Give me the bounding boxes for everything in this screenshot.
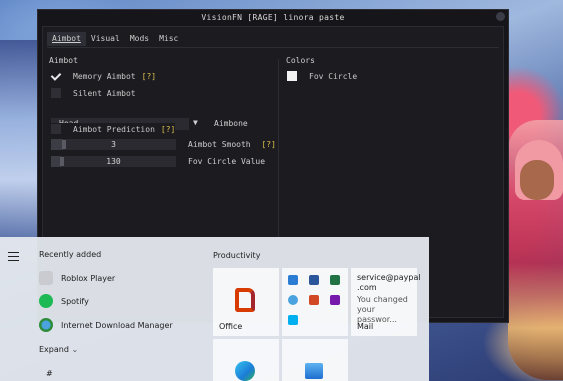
fov-circle-color-label: Fov Circle	[309, 71, 358, 81]
expand-label: Expand	[39, 345, 69, 354]
spotify-icon	[39, 294, 53, 308]
edge-tile[interactable]	[213, 339, 279, 381]
fov-circle-color-row[interactable]: Fov Circle	[287, 70, 357, 82]
app-roblox-player[interactable]: Roblox Player	[39, 271, 115, 285]
aimbot-group-title: Aimbot	[49, 56, 78, 65]
word-icon	[309, 275, 319, 285]
app-spotify[interactable]: Spotify	[39, 294, 89, 308]
productivity-title: Productivity	[213, 251, 261, 260]
mail-tile[interactable]: service@paypal .com You changed your pas…	[351, 268, 421, 336]
app-label: Roblox Player	[61, 273, 116, 283]
fov-circle-slider[interactable]: 130	[51, 156, 176, 167]
wallpaper-left-art	[0, 40, 38, 240]
edge-icon	[235, 361, 255, 381]
silent-aimbot-label: Silent Aimbot	[73, 88, 136, 98]
excel-icon	[330, 275, 340, 285]
tab-visual[interactable]: Visual	[86, 32, 125, 46]
tab-aimbot[interactable]: Aimbot	[47, 32, 86, 46]
powerpoint-icon	[309, 295, 319, 305]
chevron-down-icon: ⌄	[71, 345, 79, 354]
tab-mods[interactable]: Mods	[125, 32, 154, 46]
office-tile[interactable]: Office	[213, 268, 279, 336]
idm-icon	[39, 318, 53, 332]
close-icon[interactable]	[496, 12, 505, 21]
memory-aimbot-help-icon[interactable]: [?]	[142, 72, 156, 81]
silent-aimbot-row[interactable]: Silent Aimbot	[51, 87, 136, 99]
aimbone-label: Aimbone	[214, 119, 248, 128]
tab-divider	[47, 47, 499, 48]
aimbot-smooth-value: 3	[111, 140, 116, 149]
silent-aimbot-checkbox[interactable]	[51, 88, 61, 98]
aimbot-prediction-row-real[interactable]: Aimbot Prediction [?]	[51, 123, 176, 135]
tab-misc[interactable]: Misc	[154, 32, 183, 46]
aimbot-prediction-help-icon[interactable]: [?]	[161, 125, 175, 134]
office-apps-tile[interactable]	[282, 268, 348, 336]
start-menu: Recently added Roblox Player Spotify Int…	[0, 237, 429, 381]
skype-icon	[288, 315, 298, 325]
onedrive-icon	[288, 295, 298, 305]
office-logo-icon	[235, 288, 255, 312]
photos-tile[interactable]	[282, 339, 348, 381]
mail-preview-line-1: You changed	[357, 295, 408, 304]
aimbot-smooth-label: Aimbot Smooth	[188, 140, 251, 149]
office-tile-label: Office	[219, 322, 243, 331]
aimbot-smooth-help-icon[interactable]: [?]	[261, 140, 275, 149]
fov-circle-value: 130	[106, 157, 121, 166]
window-title: VisionFN [RAGE] linora paste	[201, 13, 345, 22]
photos-icon	[305, 363, 323, 379]
chevron-down-icon[interactable]: ▼	[193, 118, 198, 127]
aimbot-prediction-checkbox[interactable]	[51, 124, 61, 134]
app-internet-download-manager[interactable]: Internet Download Manager	[39, 318, 173, 332]
colors-group-title: Colors	[286, 56, 315, 65]
aimbot-smooth-label-wrap: Aimbot Smooth [?]	[188, 140, 276, 149]
app-label: Spotify	[61, 296, 89, 306]
outlook-icon	[288, 275, 298, 285]
aimbot-prediction-label: Aimbot Prediction	[73, 124, 155, 134]
fov-circle-value-label: Fov Circle Value	[188, 157, 266, 166]
memory-aimbot-label: Memory Aimbot	[73, 71, 136, 81]
app-label: Internet Download Manager	[61, 320, 173, 330]
mail-sender: service@paypal	[357, 273, 421, 282]
mail-tile-label: Mail	[357, 322, 374, 331]
recently-added-title: Recently added	[39, 250, 102, 259]
mail-sender-domain: .com	[357, 283, 377, 292]
alpha-header-hash[interactable]: #	[46, 369, 53, 378]
memory-aimbot-checkbox[interactable]	[51, 71, 61, 81]
tab-bar: Aimbot Visual Mods Misc	[47, 32, 183, 46]
expand-button[interactable]: Expand ⌄	[39, 345, 78, 354]
hamburger-menu-icon[interactable]	[8, 252, 19, 264]
roblox-icon	[39, 271, 53, 285]
wallpaper-character-face	[520, 160, 554, 200]
fov-circle-color-swatch[interactable]	[287, 71, 297, 81]
aimbot-smooth-slider[interactable]: 3	[51, 139, 176, 150]
onenote-icon	[330, 295, 340, 305]
memory-aimbot-row[interactable]: Memory Aimbot [?]	[51, 70, 156, 82]
